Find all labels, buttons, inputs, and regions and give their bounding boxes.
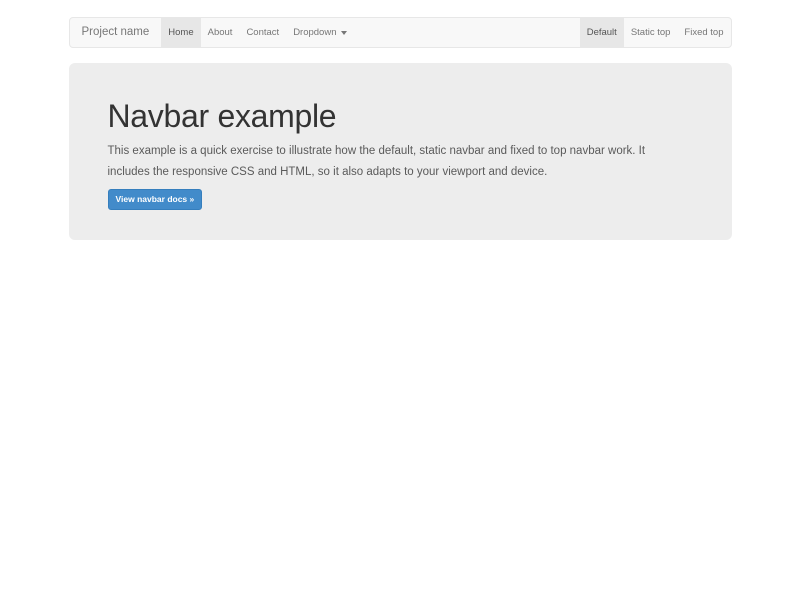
nav-item-about[interactable]: About [201, 18, 240, 47]
view-navbar-docs-button[interactable]: View navbar docs » [108, 189, 203, 210]
navbar-brand[interactable]: Project name [70, 18, 162, 47]
nav-item-static-top[interactable]: Static top [624, 18, 678, 47]
nav-item-fixed-top[interactable]: Fixed top [677, 18, 730, 47]
navbar-left-nav: HomeAboutContactDropdown [161, 18, 353, 47]
navbar-right-nav: DefaultStatic topFixed top [580, 18, 731, 47]
jumbotron-description: This example is a quick exercise to illu… [108, 141, 693, 183]
caret-down-icon [341, 31, 347, 35]
page-title: Navbar example [108, 97, 693, 135]
jumbotron: Navbar example This example is a quick e… [69, 63, 732, 240]
nav-item-contact[interactable]: Contact [239, 18, 286, 47]
page-container: Project name HomeAboutContactDropdown De… [69, 17, 732, 240]
nav-item-dropdown[interactable]: Dropdown [286, 18, 353, 47]
navbar: Project name HomeAboutContactDropdown De… [69, 17, 732, 48]
nav-item-home[interactable]: Home [161, 18, 200, 47]
nav-item-default[interactable]: Default [580, 18, 624, 47]
